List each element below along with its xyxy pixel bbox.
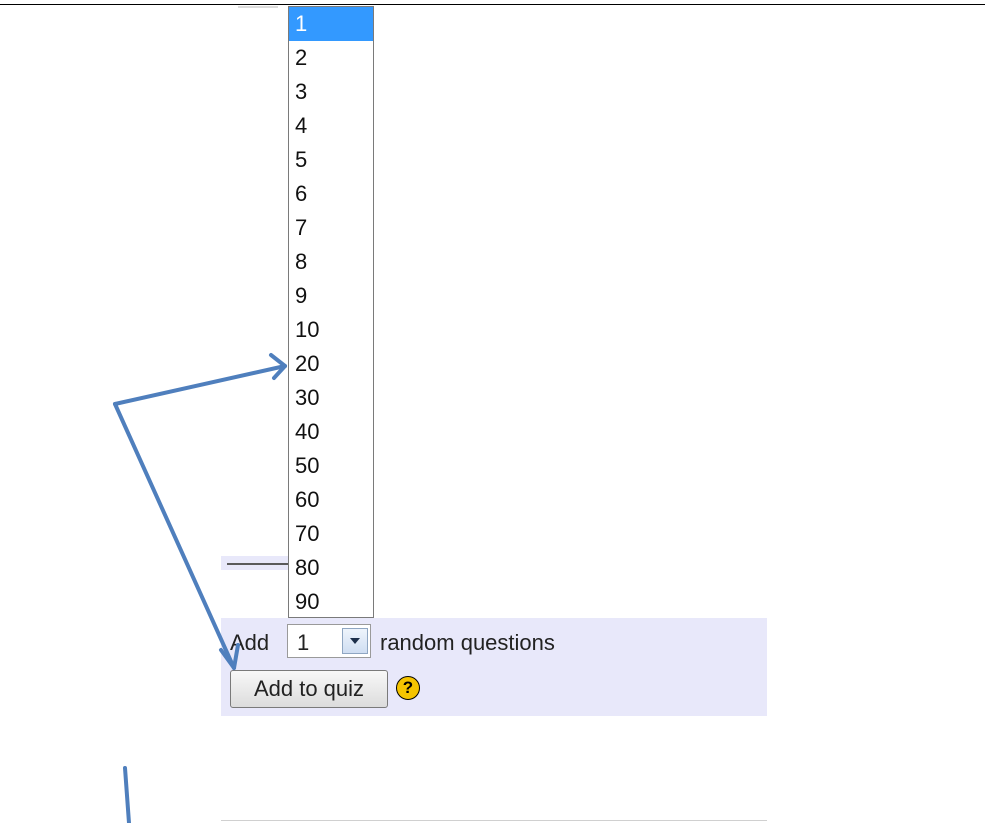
bottom-rule (221, 820, 767, 821)
stray-stroke (123, 766, 131, 823)
arrow-to-option-20 (113, 364, 287, 406)
annotation-arrows (113, 353, 287, 823)
arrow-to-add-button (113, 402, 236, 670)
